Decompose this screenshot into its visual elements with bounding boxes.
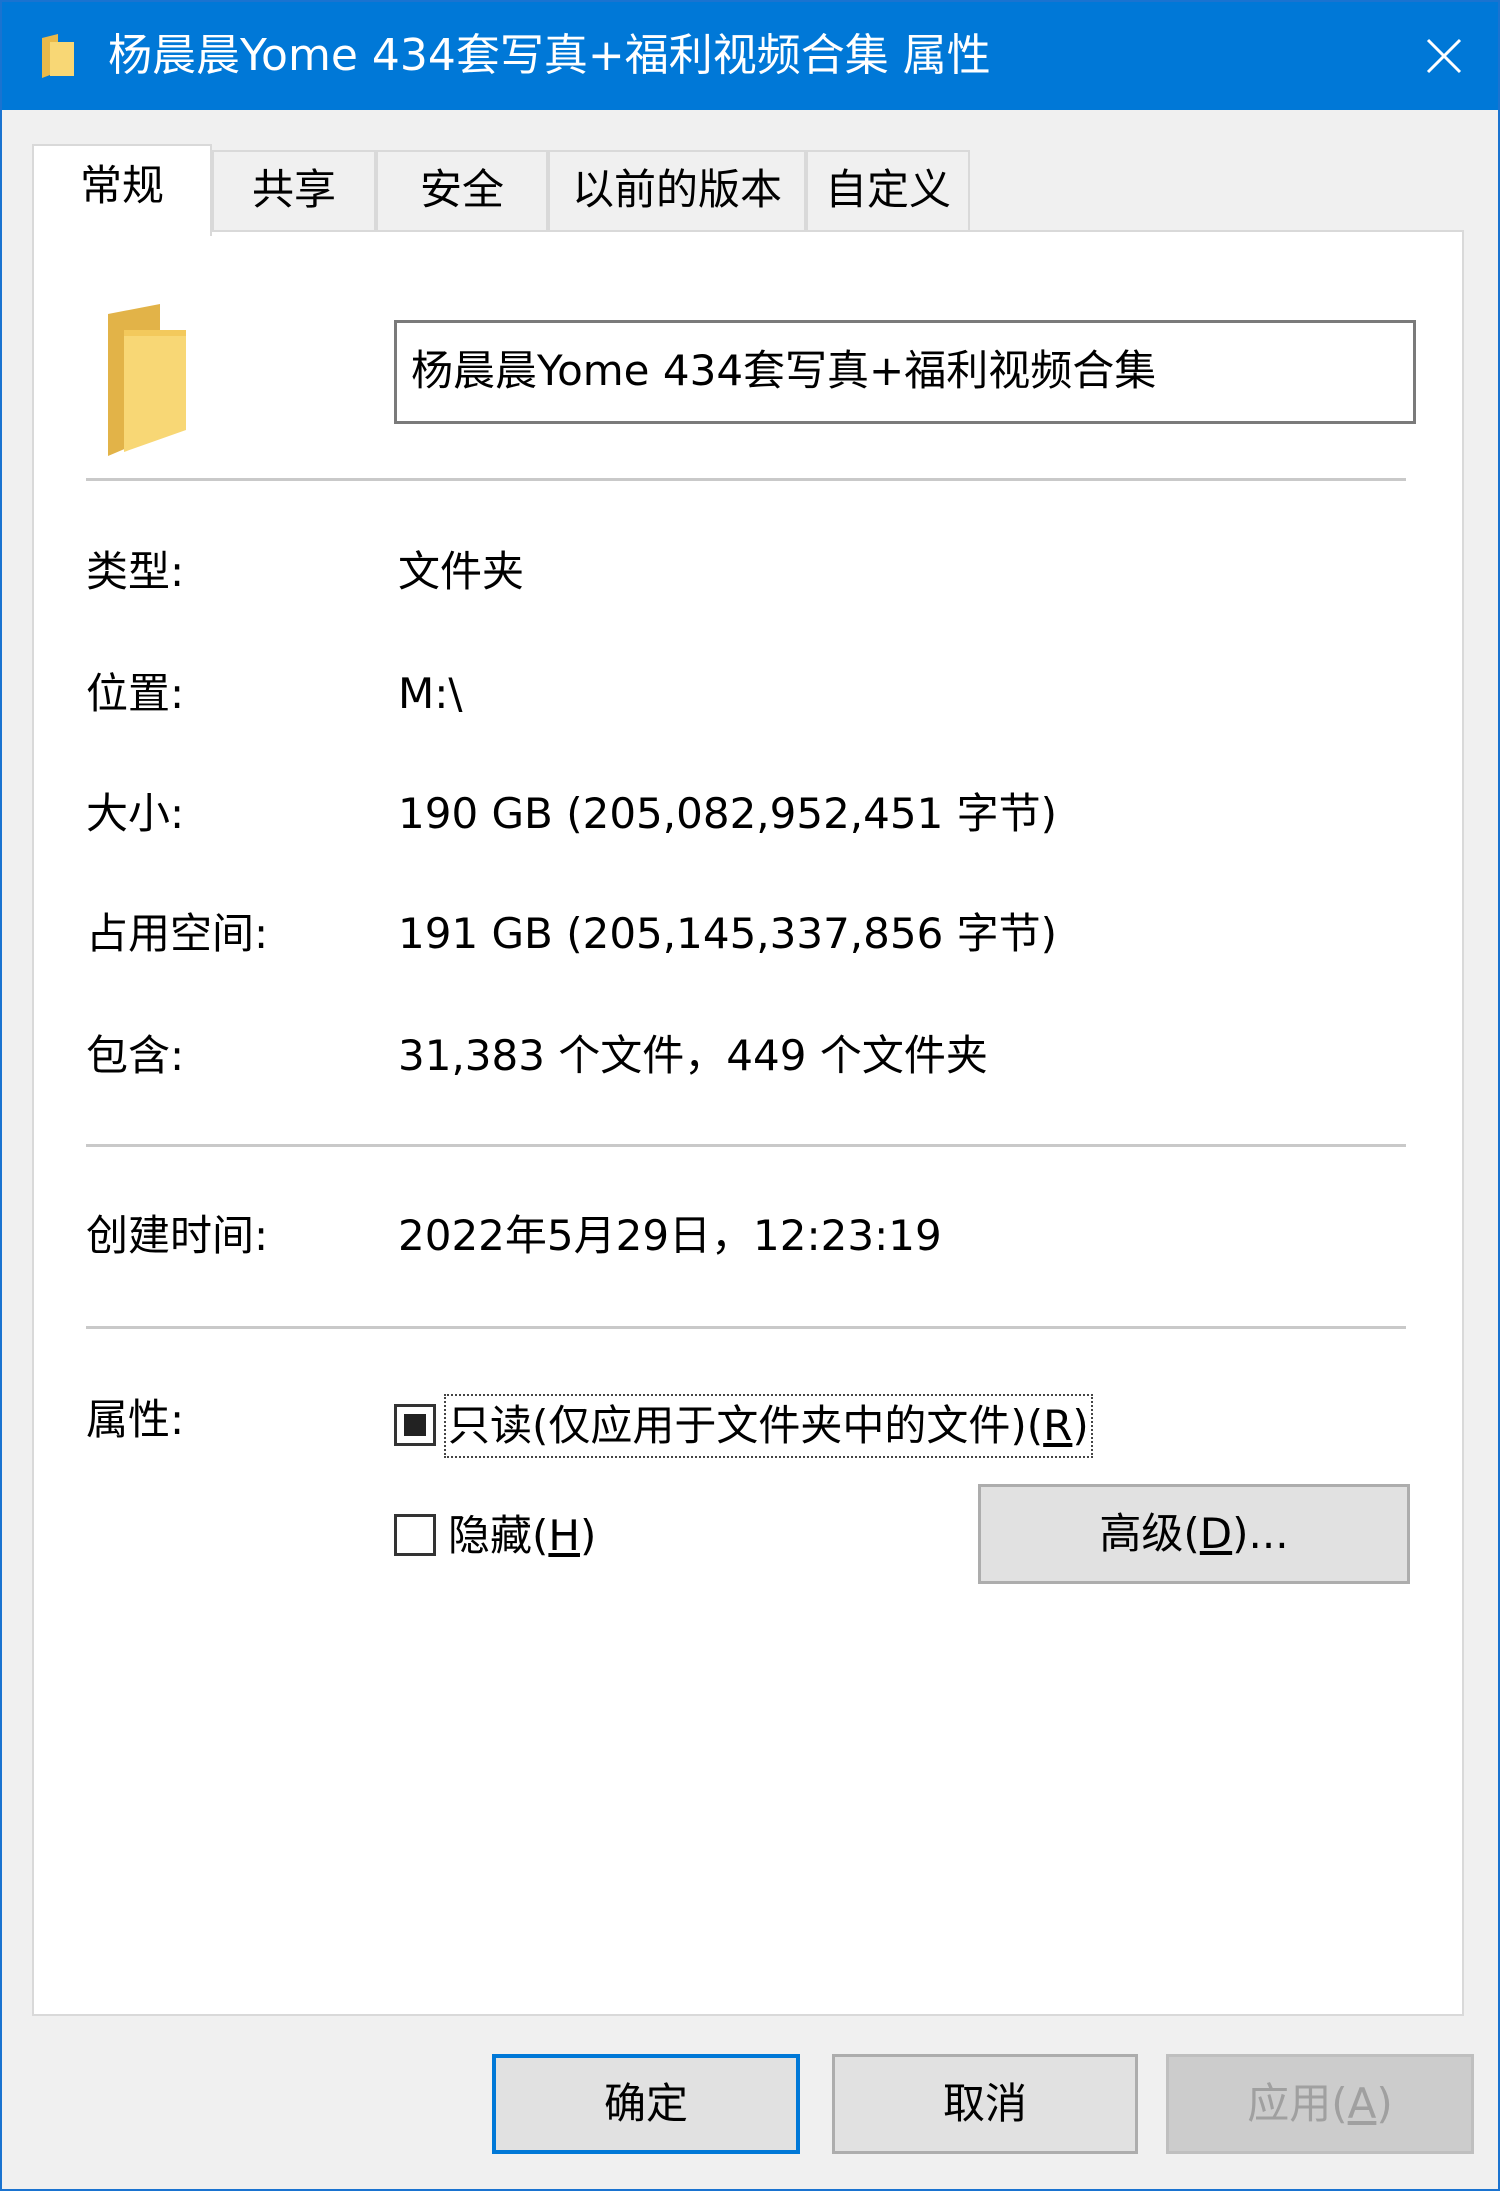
tab-general[interactable]: 常规 bbox=[32, 144, 212, 236]
attributes-label: 属性: bbox=[86, 1395, 185, 1444]
created-label: 创建时间: bbox=[86, 1211, 269, 1260]
hidden-text: 隐藏( bbox=[448, 1511, 549, 1560]
hidden-label[interactable]: 隐藏(H) bbox=[448, 1508, 596, 1564]
hidden-checkbox[interactable] bbox=[394, 1514, 436, 1556]
apply-accel: A bbox=[1347, 2079, 1377, 2128]
contains-label: 包含: bbox=[86, 1031, 185, 1080]
readonly-text-end: ) bbox=[1072, 1401, 1089, 1450]
tab-previous-versions[interactable]: 以前的版本 bbox=[548, 150, 806, 230]
close-button[interactable] bbox=[1390, 2, 1498, 110]
location-label: 位置: bbox=[86, 669, 185, 718]
properties-window: 杨晨晨Yome 434套写真+福利视频合集 属性 常规 共享 安全 以前的版本 … bbox=[0, 0, 1500, 2191]
created-value: 2022年5月29日，12:23:19 bbox=[398, 1211, 942, 1260]
hidden-text-end: ) bbox=[579, 1511, 597, 1560]
readonly-checkbox[interactable] bbox=[394, 1404, 436, 1446]
tab-security[interactable]: 安全 bbox=[376, 150, 548, 230]
type-value: 文件夹 bbox=[398, 547, 525, 596]
separator bbox=[86, 478, 1406, 481]
tab-label: 以前的版本 bbox=[571, 165, 782, 214]
type-label: 类型: bbox=[86, 547, 185, 596]
tab-customize[interactable]: 自定义 bbox=[806, 150, 970, 230]
apply-button: 应用(A) bbox=[1166, 2054, 1474, 2154]
tab-sharing[interactable]: 共享 bbox=[212, 150, 376, 230]
readonly-accel: R bbox=[1043, 1401, 1073, 1450]
folder-name-input[interactable]: 杨晨晨Yome 434套写真+福利视频合集 bbox=[394, 320, 1416, 424]
advanced-text-end: )... bbox=[1232, 1509, 1289, 1558]
advanced-button[interactable]: 高级(D)... bbox=[978, 1484, 1410, 1584]
tab-label: 安全 bbox=[419, 165, 504, 214]
folder-icon bbox=[40, 32, 76, 80]
size-on-disk-label: 占用空间: bbox=[86, 909, 269, 958]
indeterminate-mark bbox=[404, 1414, 426, 1436]
folder-icon bbox=[102, 302, 192, 466]
readonly-text: 只读(仅应用于文件夹中的文件)( bbox=[448, 1401, 1044, 1450]
size-on-disk-value: 191 GB (205,145,337,856 字节) bbox=[398, 909, 1058, 958]
apply-text: 应用( bbox=[1247, 2079, 1348, 2128]
contains-value: 31,383 个文件，449 个文件夹 bbox=[398, 1031, 988, 1080]
tab-label: 共享 bbox=[251, 165, 336, 214]
location-value: M:\ bbox=[398, 669, 463, 718]
separator bbox=[86, 1326, 1406, 1329]
ok-button[interactable]: 确定 bbox=[492, 2054, 800, 2154]
readonly-label[interactable]: 只读(仅应用于文件夹中的文件)(R) bbox=[444, 1394, 1093, 1458]
cancel-button[interactable]: 取消 bbox=[832, 2054, 1138, 2154]
window-title: 杨晨晨Yome 434套写真+福利视频合集 属性 bbox=[108, 30, 991, 81]
advanced-text: 高级( bbox=[1099, 1509, 1200, 1558]
size-value: 190 GB (205,082,952,451 字节) bbox=[398, 789, 1058, 838]
hidden-accel: H bbox=[548, 1511, 580, 1560]
size-label: 大小: bbox=[86, 789, 185, 838]
close-icon bbox=[1426, 38, 1462, 74]
advanced-accel: D bbox=[1199, 1509, 1233, 1558]
tab-label: 自定义 bbox=[824, 165, 951, 214]
separator bbox=[86, 1144, 1406, 1147]
tab-label: 常规 bbox=[79, 161, 164, 210]
title-bar[interactable]: 杨晨晨Yome 434套写真+福利视频合集 属性 bbox=[2, 2, 1498, 110]
apply-text-end: ) bbox=[1376, 2079, 1393, 2128]
general-panel bbox=[32, 230, 1464, 2016]
